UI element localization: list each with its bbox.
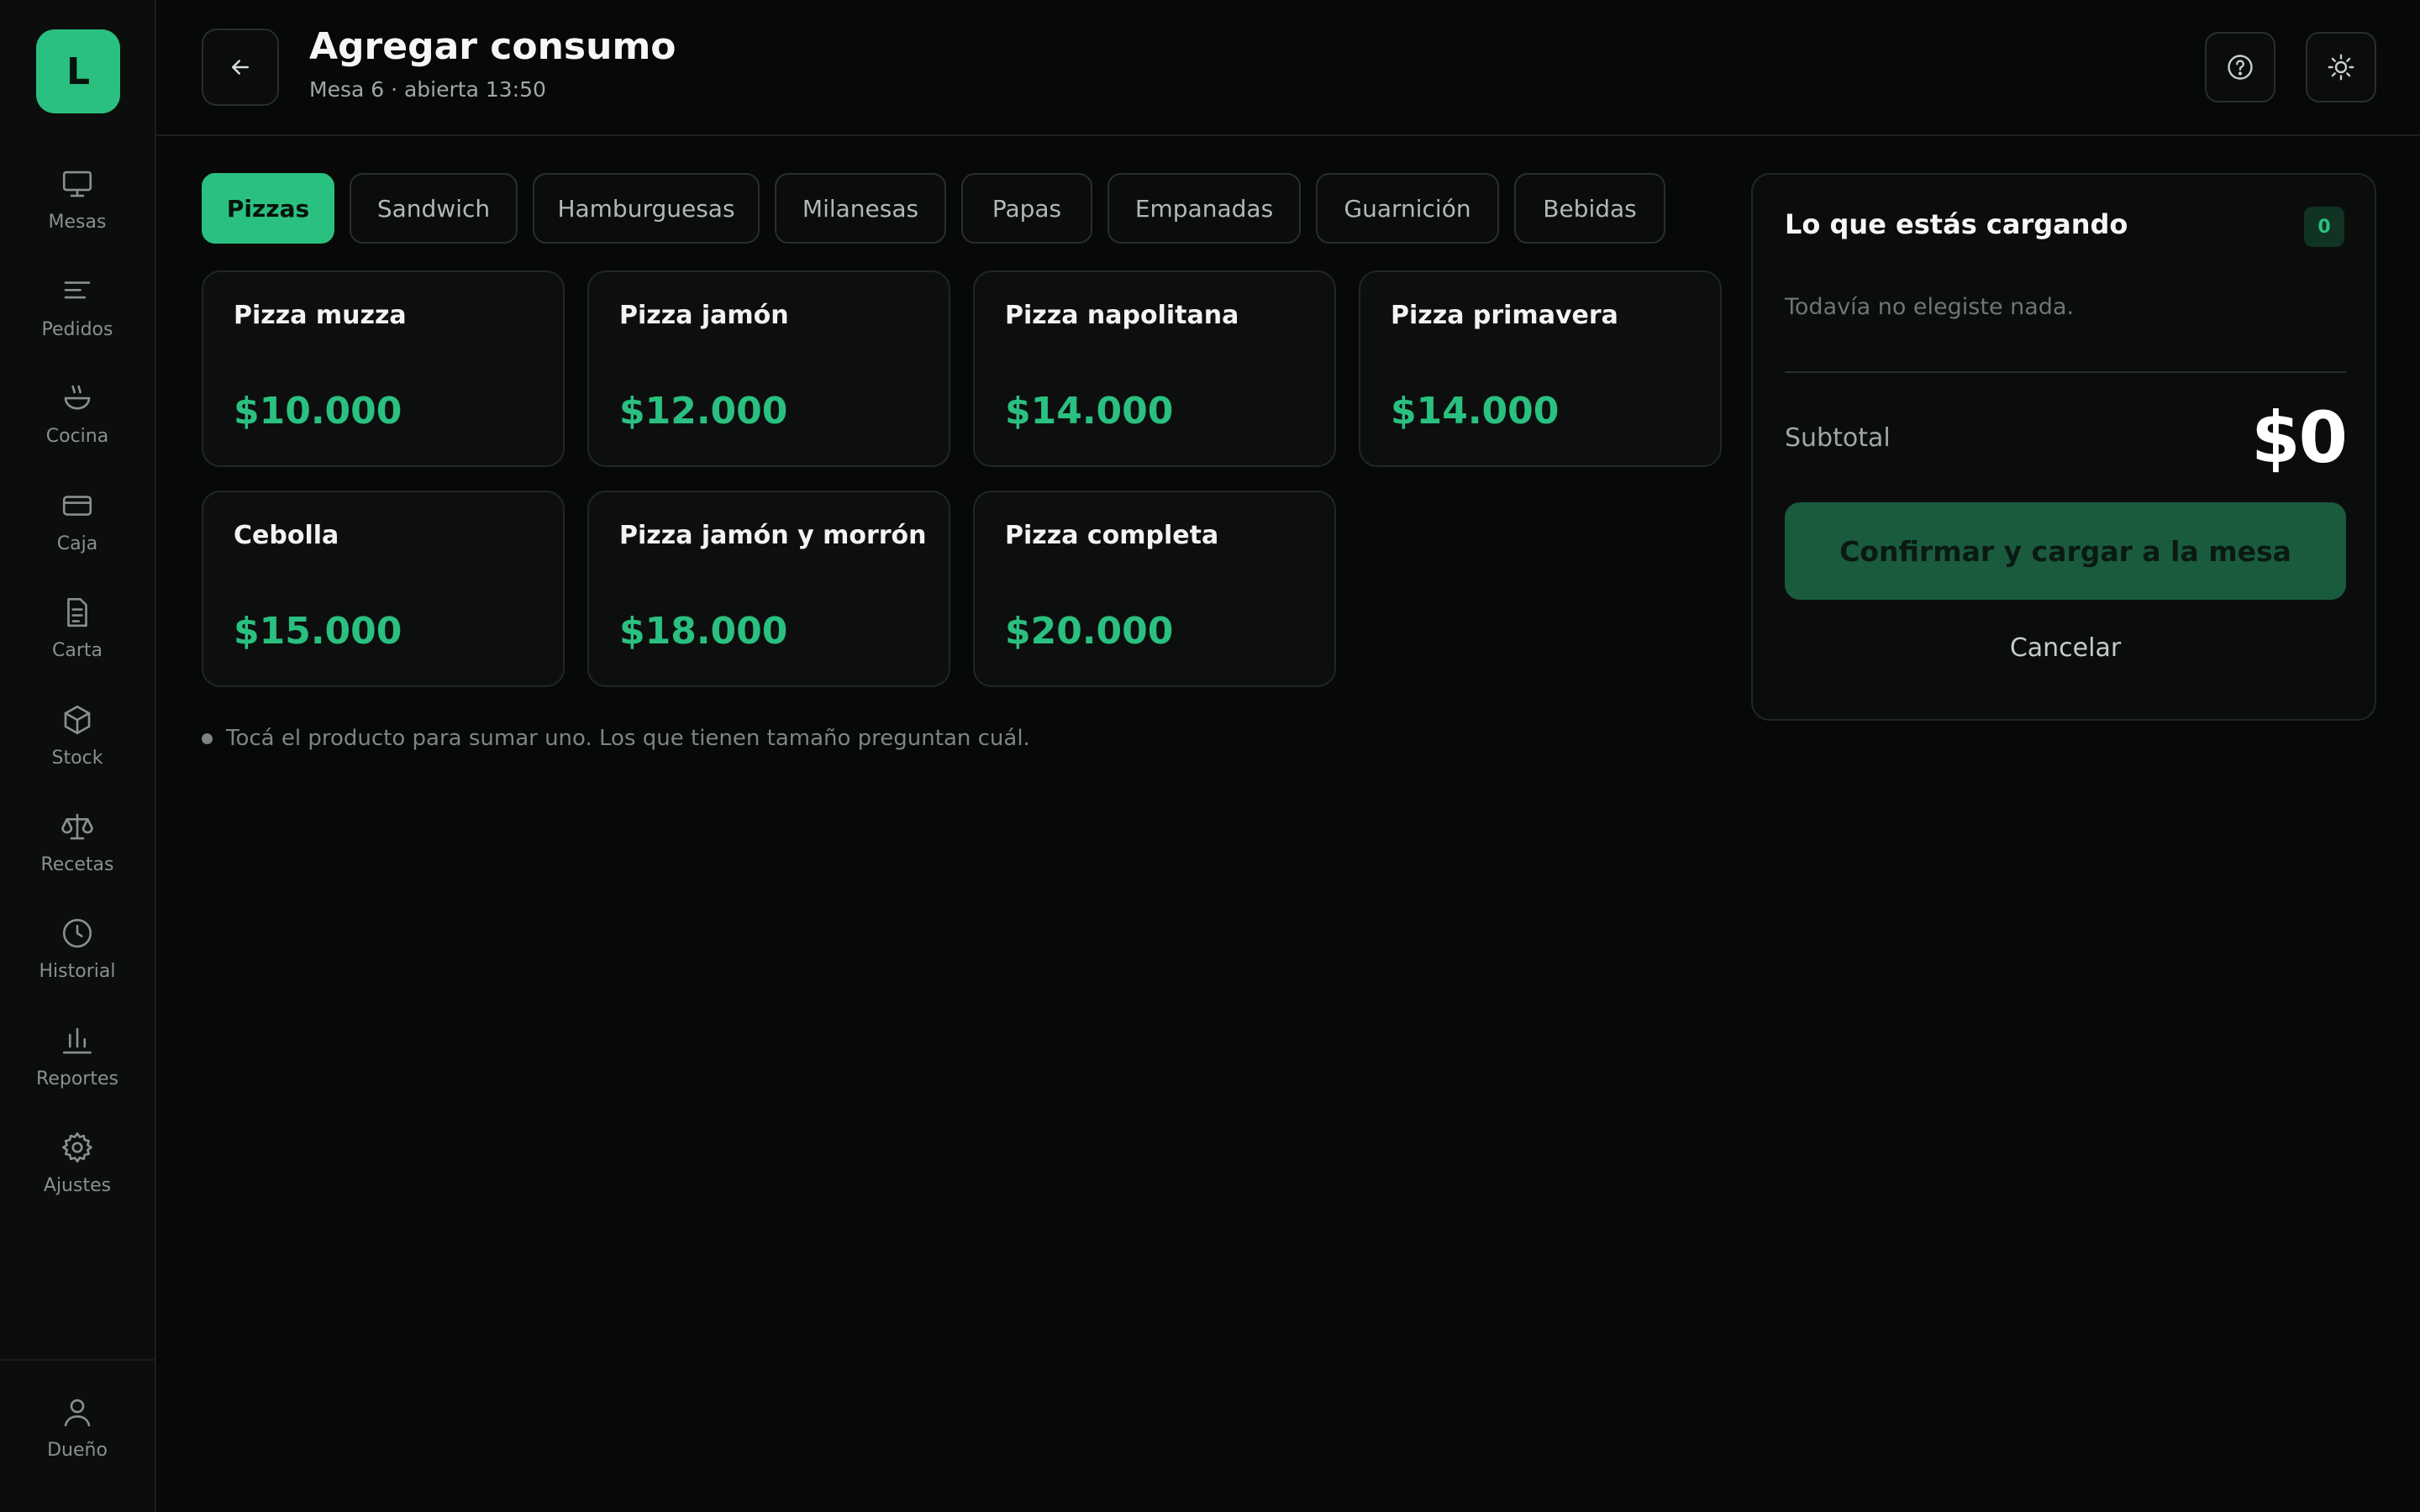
sidebar-item-label: Caja <box>56 533 98 554</box>
tab-pizzas[interactable]: Pizzas <box>202 173 334 244</box>
gear-icon <box>60 1130 95 1165</box>
product-name: Cebolla <box>234 521 339 550</box>
cart-count-badge: 0 <box>2304 207 2344 247</box>
confirm-button[interactable]: Confirmar y cargar a la mesa <box>1785 502 2346 600</box>
product-card[interactable]: Pizza muzza $10.000 <box>202 270 565 467</box>
user-icon <box>60 1394 95 1430</box>
sidebar-item-reportes[interactable]: Reportes <box>0 1023 155 1116</box>
sidebar-item-label: Mesas <box>48 212 107 233</box>
bar-chart-icon <box>60 1023 95 1058</box>
sun-icon <box>2326 52 2356 82</box>
tab-empanadas[interactable]: Empanadas <box>1107 173 1301 244</box>
help-button[interactable] <box>2205 32 2275 102</box>
cart-title: Lo que estás cargando <box>1785 208 2128 240</box>
sidebar-item-stock[interactable]: Stock <box>0 702 155 795</box>
sidebar-item-historial[interactable]: Historial <box>0 916 155 1008</box>
lines-icon <box>60 274 95 309</box>
sidebar-item-cocina[interactable]: Cocina <box>0 381 155 473</box>
sidebar-item-label: Historial <box>39 961 116 982</box>
monitor-icon <box>60 166 95 202</box>
box-icon <box>60 702 95 738</box>
tab-guarnicion[interactable]: Guarnición <box>1316 173 1499 244</box>
sidebar: L Mesas Pedidos Cocina Caja Carta Stock … <box>0 0 156 1512</box>
product-name: Pizza napolitana <box>1005 301 1239 330</box>
product-name: Pizza primavera <box>1391 301 1618 330</box>
sidebar-divider <box>0 1359 155 1361</box>
hint-bullet <box>202 732 213 744</box>
sidebar-item-label: Reportes <box>36 1068 118 1089</box>
sidebar-item-recetas[interactable]: Recetas <box>0 809 155 901</box>
tab-hamburguesas[interactable]: Hamburguesas <box>533 173 760 244</box>
product-name: Pizza completa <box>1005 521 1219 550</box>
clock-icon <box>60 916 95 951</box>
product-name: Pizza muzza <box>234 301 407 330</box>
product-price: $14.000 <box>1005 390 1174 433</box>
tab-milanesas[interactable]: Milanesas <box>775 173 946 244</box>
cart-empty-message: Todavía no elegiste nada. <box>1785 294 2075 320</box>
help-circle-icon <box>2225 52 2255 82</box>
credit-card-icon <box>60 488 95 523</box>
sidebar-item-carta[interactable]: Carta <box>0 595 155 687</box>
sidebar-item-mesas[interactable]: Mesas <box>0 166 155 259</box>
product-price: $10.000 <box>234 390 402 433</box>
page-header: Agregar consumo Mesa 6 · abierta 13:50 <box>156 0 2420 136</box>
sidebar-user[interactable]: Dueño <box>0 1394 155 1487</box>
sidebar-item-label: Carta <box>52 640 103 661</box>
scale-icon <box>60 809 95 844</box>
cancel-button[interactable]: Cancelar <box>1785 633 2346 663</box>
product-price: $15.000 <box>234 610 402 653</box>
bowl-icon <box>60 381 95 416</box>
theme-toggle-button[interactable] <box>2306 32 2376 102</box>
hint-text: Tocá el producto para sumar uno. Los que… <box>202 726 1030 751</box>
page-subtitle: Mesa 6 · abierta 13:50 <box>309 77 546 102</box>
sidebar-item-label: Ajustes <box>43 1175 112 1196</box>
page-title: Agregar consumo <box>309 25 676 68</box>
product-price: $12.000 <box>619 390 788 433</box>
product-card[interactable]: Pizza jamón $12.000 <box>587 270 950 467</box>
sidebar-item-label: Stock <box>51 748 103 769</box>
tab-sandwich[interactable]: Sandwich <box>350 173 518 244</box>
product-name: Pizza jamón <box>619 301 789 330</box>
sidebar-item-ajustes[interactable]: Ajustes <box>0 1130 155 1222</box>
product-card[interactable]: Pizza primavera $14.000 <box>1359 270 1722 467</box>
product-price: $14.000 <box>1391 390 1560 433</box>
tab-papas[interactable]: Papas <box>961 173 1092 244</box>
tab-bebidas[interactable]: Bebidas <box>1514 173 1665 244</box>
subtotal-value: $0 <box>2251 396 2348 479</box>
sidebar-item-caja[interactable]: Caja <box>0 488 155 580</box>
product-card[interactable]: Cebolla $15.000 <box>202 491 565 687</box>
hint-label: Tocá el producto para sumar uno. Los que… <box>226 726 1030 751</box>
subtotal-label: Subtotal <box>1785 423 1891 453</box>
product-card[interactable]: Pizza jamón y morrón $18.000 <box>587 491 950 687</box>
arrow-left-icon <box>228 55 253 80</box>
back-button[interactable] <box>202 29 279 106</box>
document-icon <box>60 595 95 630</box>
product-price: $20.000 <box>1005 610 1174 653</box>
cart-panel: Lo que estás cargando 0 Todavía no elegi… <box>1751 173 2376 721</box>
product-card[interactable]: Pizza napolitana $14.000 <box>973 270 1336 467</box>
product-price: $18.000 <box>619 610 788 653</box>
product-card[interactable]: Pizza completa $20.000 <box>973 491 1336 687</box>
sidebar-user-label: Dueño <box>47 1440 108 1461</box>
product-name: Pizza jamón y morrón <box>619 521 927 550</box>
sidebar-item-label: Recetas <box>40 854 114 875</box>
cart-divider <box>1785 371 2346 373</box>
app-logo[interactable]: L <box>36 29 120 113</box>
sidebar-item-label: Cocina <box>45 426 109 447</box>
sidebar-item-pedidos[interactable]: Pedidos <box>0 274 155 366</box>
sidebar-item-label: Pedidos <box>41 319 113 340</box>
